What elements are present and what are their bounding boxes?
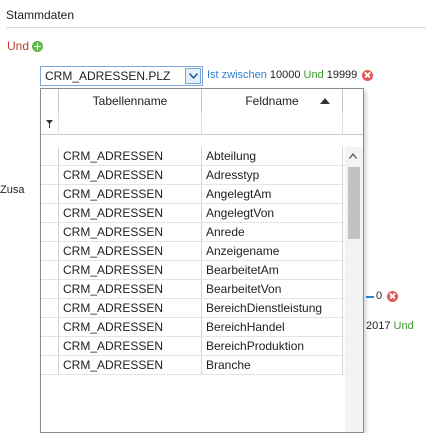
row-selector-cell[interactable] (41, 185, 59, 203)
row-selector-cell[interactable] (41, 261, 59, 279)
background-condition-fragment: 0 (366, 290, 399, 302)
background-zero-text: 0 (376, 290, 383, 302)
cell-feldname: Anrede (202, 223, 343, 241)
cell-feldname: AngelegtVon (202, 204, 343, 222)
row-selector-cell[interactable] (41, 242, 59, 260)
cell-feldname: BearbeitetVon (202, 280, 343, 298)
filter-row-corner (41, 113, 59, 135)
filter-cell-feldname[interactable] (202, 113, 343, 135)
filter-row (41, 113, 363, 135)
table-row[interactable]: CRM_ADRESSEN Anrede (41, 223, 345, 242)
table-row[interactable]: CRM_ADRESSEN Branche (41, 356, 345, 375)
table-row[interactable]: CRM_ADRESSEN BereichProduktion (41, 337, 345, 356)
table-row[interactable]: CRM_ADRESSEN BereichHandel (41, 318, 345, 337)
cell-feldname: Abteilung (202, 147, 343, 165)
table-row[interactable]: CRM_ADRESSEN BearbeitetAm (41, 261, 345, 280)
cell-feldname: BereichProduktion (202, 337, 343, 355)
delete-condition-icon[interactable] (362, 69, 374, 81)
cell-tabellenname: CRM_ADRESSEN (59, 185, 202, 203)
filter-icon (46, 120, 53, 128)
condition-value-from[interactable]: 10000 (270, 69, 301, 81)
cell-feldname: Adresstyp (202, 166, 343, 184)
condition-joiner: Und (303, 69, 324, 81)
background-year-fragment: 2017 Und (366, 320, 414, 332)
row-selector-cell[interactable] (41, 318, 59, 336)
row-selector-cell[interactable] (41, 280, 59, 298)
row-selector-cell[interactable] (41, 166, 59, 184)
cell-tabellenname: CRM_ADRESSEN (59, 261, 202, 279)
cell-feldname: BearbeitetAm (202, 261, 343, 279)
row-selector-cell[interactable] (41, 356, 59, 374)
background-year-text: 2017 (366, 320, 391, 332)
field-select-value: CRM_ADRESSEN.PLZ (45, 69, 171, 83)
cell-tabellenname: CRM_ADRESSEN (59, 280, 202, 298)
condition-value-to[interactable]: 19999 (327, 69, 358, 81)
cell-feldname: Branche (202, 356, 343, 374)
cell-tabellenname: CRM_ADRESSEN (59, 356, 202, 374)
table-row[interactable]: CRM_ADRESSEN BearbeitetVon (41, 280, 345, 299)
cell-tabellenname: CRM_ADRESSEN (59, 299, 202, 317)
group-operator-row: Und (7, 38, 44, 54)
condition-expression: Ist zwischen 10000 Und 19999 (207, 69, 374, 81)
table-row[interactable]: CRM_ADRESSEN Adresstyp (41, 166, 345, 185)
background-label-zusa: Zusa (0, 184, 25, 196)
section-title: Stammdaten (6, 8, 75, 22)
scroll-up-icon[interactable] (349, 153, 357, 159)
table-row[interactable]: CRM_ADRESSEN AngelegtVon (41, 204, 345, 223)
section-divider (6, 27, 426, 28)
cell-tabellenname: CRM_ADRESSEN (59, 204, 202, 222)
background-delete-icon[interactable] (387, 290, 399, 302)
row-selector-cell[interactable] (41, 337, 59, 355)
grid-header-corner (41, 89, 59, 113)
cell-tabellenname: CRM_ADRESSEN (59, 337, 202, 355)
cell-tabellenname: CRM_ADRESSEN (59, 166, 202, 184)
row-selector-cell[interactable] (41, 147, 59, 165)
cell-tabellenname: CRM_ADRESSEN (59, 223, 202, 241)
scrollbar-thumb[interactable] (348, 167, 360, 239)
grid-rows: CRM_ADRESSEN Abteilung CRM_ADRESSEN Adresst… (41, 147, 345, 375)
cell-feldname: AngelegtAm (202, 185, 343, 203)
dropdown-button[interactable] (185, 68, 201, 84)
field-select[interactable]: CRM_ADRESSEN.PLZ (40, 66, 203, 86)
row-selector-cell[interactable] (41, 299, 59, 317)
sort-ascending-icon (320, 98, 330, 104)
condition-operator[interactable]: Ist zwischen (207, 69, 267, 81)
row-selector-cell[interactable] (41, 204, 59, 222)
field-picker-popup: Tabellenname Feldname CRM_ADRESSEN Abteil… (40, 88, 364, 433)
cell-tabellenname: CRM_ADRESSEN (59, 242, 202, 260)
table-row[interactable]: CRM_ADRESSEN BereichDienstleistung (41, 299, 345, 318)
vertical-scrollbar[interactable] (345, 147, 363, 432)
chevron-down-icon (188, 73, 198, 79)
column-header-feldname[interactable]: Feldname (202, 89, 343, 113)
row-selector-cell[interactable] (41, 223, 59, 241)
column-header-tabellenname[interactable]: Tabellenname (59, 89, 202, 113)
table-row[interactable]: CRM_ADRESSEN Anzeigename (41, 242, 345, 261)
cell-feldname: BereichDienstleistung (202, 299, 343, 317)
grid-header: Tabellenname Feldname (41, 89, 363, 113)
background-year-joiner: Und (393, 320, 414, 332)
cell-feldname: Anzeigename (202, 242, 343, 260)
add-condition-icon[interactable] (32, 40, 44, 52)
filter-cell-tabellenname[interactable] (59, 113, 202, 135)
cell-feldname: BereichHandel (202, 318, 343, 336)
column-header-feldname-label: Feldname (245, 94, 299, 108)
cell-tabellenname: CRM_ADRESSEN (59, 147, 202, 165)
group-operator-label[interactable]: Und (7, 39, 29, 53)
table-row[interactable]: CRM_ADRESSEN Abteilung (41, 147, 345, 166)
cell-tabellenname: CRM_ADRESSEN (59, 318, 202, 336)
grid-header-filler (343, 89, 363, 113)
table-row[interactable]: CRM_ADRESSEN AngelegtAm (41, 185, 345, 204)
